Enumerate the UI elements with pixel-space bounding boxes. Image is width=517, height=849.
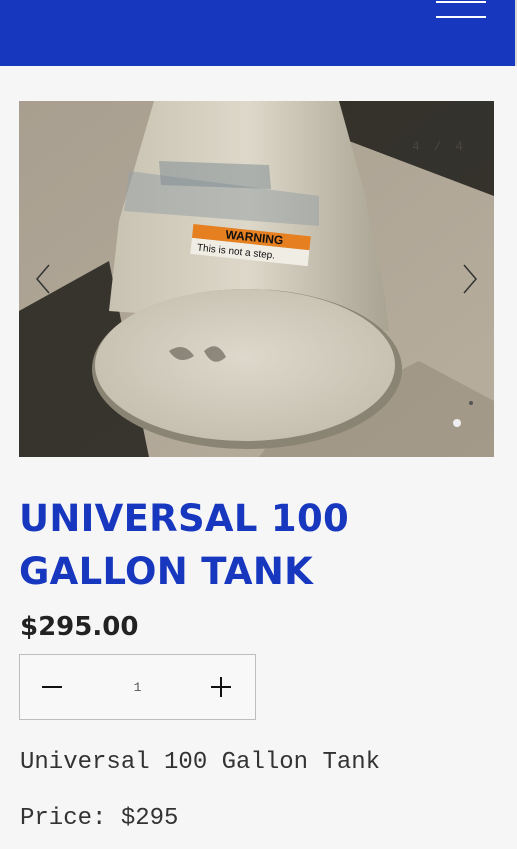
menu-line xyxy=(436,16,486,18)
product-price: $295.00 xyxy=(20,612,139,642)
chevron-right-icon[interactable] xyxy=(458,261,482,297)
product-title: UNIVERSAL 100 GALLON TANK xyxy=(19,497,350,593)
plus-icon[interactable] xyxy=(189,655,255,719)
product-image-gallery[interactable]: WARNING This is not a step. 4 / 4 xyxy=(19,101,494,457)
image-counter: 4 / 4 xyxy=(411,139,466,154)
menu-line xyxy=(436,1,486,3)
minus-icon[interactable] xyxy=(20,655,86,719)
product-description-line: Price: $295 xyxy=(20,805,179,832)
quantity-input[interactable] xyxy=(86,655,189,719)
site-header xyxy=(0,0,517,66)
hamburger-menu-icon[interactable] xyxy=(436,0,488,22)
product-description-line: Universal 100 Gallon Tank xyxy=(20,749,381,776)
tank-photo: WARNING This is not a step. xyxy=(19,101,494,457)
quantity-stepper xyxy=(19,654,256,720)
chevron-left-icon[interactable] xyxy=(31,261,55,297)
